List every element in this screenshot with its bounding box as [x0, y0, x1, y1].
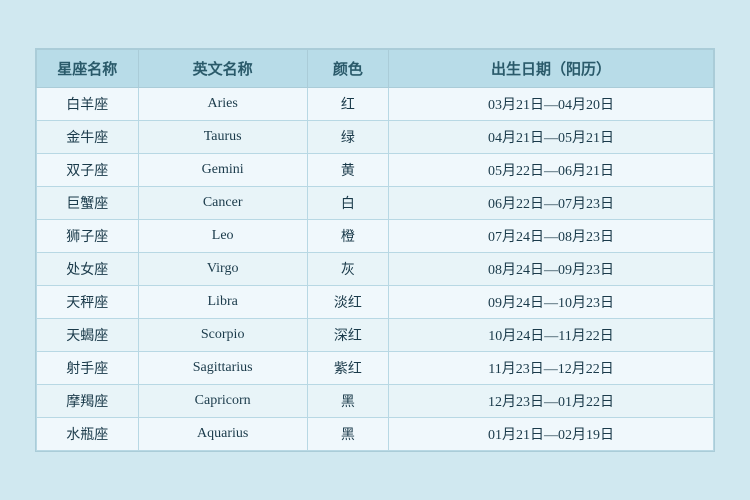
- cell-english: Aries: [138, 88, 307, 121]
- cell-date: 03月21日—04月20日: [389, 88, 714, 121]
- cell-chinese: 天秤座: [37, 286, 139, 319]
- cell-chinese: 狮子座: [37, 220, 139, 253]
- cell-english: Virgo: [138, 253, 307, 286]
- cell-color: 淡红: [307, 286, 388, 319]
- header-date: 出生日期（阳历）: [389, 50, 714, 88]
- cell-chinese: 金牛座: [37, 121, 139, 154]
- table-body: 白羊座Aries红03月21日—04月20日金牛座Taurus绿04月21日—0…: [37, 88, 714, 451]
- cell-color: 黄: [307, 154, 388, 187]
- cell-color: 橙: [307, 220, 388, 253]
- cell-date: 06月22日—07月23日: [389, 187, 714, 220]
- cell-date: 10月24日—11月22日: [389, 319, 714, 352]
- table-row: 水瓶座Aquarius黑01月21日—02月19日: [37, 418, 714, 451]
- cell-color: 黑: [307, 418, 388, 451]
- table-row: 天蝎座Scorpio深红10月24日—11月22日: [37, 319, 714, 352]
- cell-english: Cancer: [138, 187, 307, 220]
- table-row: 摩羯座Capricorn黑12月23日—01月22日: [37, 385, 714, 418]
- cell-english: Sagittarius: [138, 352, 307, 385]
- cell-color: 红: [307, 88, 388, 121]
- cell-chinese: 摩羯座: [37, 385, 139, 418]
- cell-chinese: 水瓶座: [37, 418, 139, 451]
- cell-color: 紫红: [307, 352, 388, 385]
- zodiac-table-container: 星座名称 英文名称 颜色 出生日期（阳历） 白羊座Aries红03月21日—04…: [35, 48, 715, 452]
- cell-date: 12月23日—01月22日: [389, 385, 714, 418]
- cell-date: 07月24日—08月23日: [389, 220, 714, 253]
- table-row: 金牛座Taurus绿04月21日—05月21日: [37, 121, 714, 154]
- table-row: 射手座Sagittarius紫红11月23日—12月22日: [37, 352, 714, 385]
- cell-date: 08月24日—09月23日: [389, 253, 714, 286]
- cell-date: 09月24日—10月23日: [389, 286, 714, 319]
- header-color: 颜色: [307, 50, 388, 88]
- table-row: 天秤座Libra淡红09月24日—10月23日: [37, 286, 714, 319]
- cell-color: 黑: [307, 385, 388, 418]
- cell-date: 05月22日—06月21日: [389, 154, 714, 187]
- cell-date: 01月21日—02月19日: [389, 418, 714, 451]
- cell-color: 绿: [307, 121, 388, 154]
- cell-english: Taurus: [138, 121, 307, 154]
- cell-color: 灰: [307, 253, 388, 286]
- table-row: 白羊座Aries红03月21日—04月20日: [37, 88, 714, 121]
- cell-english: Scorpio: [138, 319, 307, 352]
- cell-english: Capricorn: [138, 385, 307, 418]
- cell-chinese: 巨蟹座: [37, 187, 139, 220]
- cell-chinese: 白羊座: [37, 88, 139, 121]
- header-english: 英文名称: [138, 50, 307, 88]
- zodiac-table: 星座名称 英文名称 颜色 出生日期（阳历） 白羊座Aries红03月21日—04…: [36, 49, 714, 451]
- cell-english: Gemini: [138, 154, 307, 187]
- cell-chinese: 射手座: [37, 352, 139, 385]
- table-row: 双子座Gemini黄05月22日—06月21日: [37, 154, 714, 187]
- table-header-row: 星座名称 英文名称 颜色 出生日期（阳历）: [37, 50, 714, 88]
- cell-english: Leo: [138, 220, 307, 253]
- table-row: 巨蟹座Cancer白06月22日—07月23日: [37, 187, 714, 220]
- cell-chinese: 天蝎座: [37, 319, 139, 352]
- table-row: 处女座Virgo灰08月24日—09月23日: [37, 253, 714, 286]
- cell-english: Libra: [138, 286, 307, 319]
- cell-chinese: 处女座: [37, 253, 139, 286]
- cell-english: Aquarius: [138, 418, 307, 451]
- header-chinese: 星座名称: [37, 50, 139, 88]
- cell-color: 深红: [307, 319, 388, 352]
- table-row: 狮子座Leo橙07月24日—08月23日: [37, 220, 714, 253]
- cell-chinese: 双子座: [37, 154, 139, 187]
- cell-date: 11月23日—12月22日: [389, 352, 714, 385]
- cell-date: 04月21日—05月21日: [389, 121, 714, 154]
- cell-color: 白: [307, 187, 388, 220]
